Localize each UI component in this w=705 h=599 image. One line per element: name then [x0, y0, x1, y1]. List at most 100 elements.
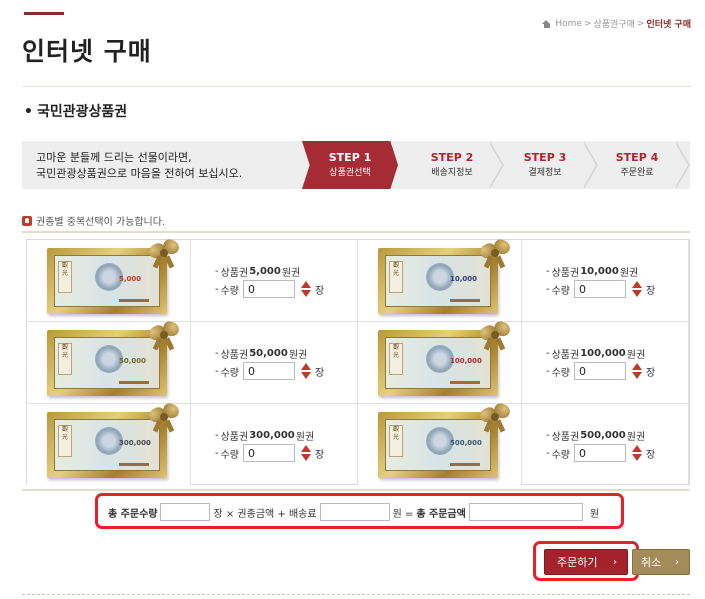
bullet-dash: -	[215, 283, 219, 295]
product-prefix: 상품권	[551, 431, 580, 443]
step-2: STEP 2 배송지정보	[407, 141, 497, 189]
step-number: STEP 3	[523, 151, 567, 164]
home-icon[interactable]	[542, 19, 551, 28]
quantity-unit: 장	[315, 285, 325, 297]
quantity-stepper[interactable]	[632, 363, 643, 379]
product-amount: 500,000	[580, 429, 626, 441]
quantity-input[interactable]	[243, 362, 296, 380]
product-suffix: 원권	[626, 349, 646, 361]
quantity-stepper[interactable]	[301, 445, 312, 461]
arrow-down-icon[interactable]	[632, 290, 643, 297]
product-info-cell: -상품권50,000원권-수량장	[191, 322, 358, 403]
quantity-line: -수량 장	[546, 280, 688, 298]
quantity-line: -수량 장	[215, 280, 357, 298]
arrow-down-icon[interactable]	[301, 372, 312, 379]
bullet-dash: -	[546, 347, 550, 359]
quantity-input[interactable]	[574, 362, 627, 380]
voucher-badge: 觀光	[58, 261, 72, 293]
section-title: 국민관광상품권	[24, 101, 127, 121]
quantity-stepper[interactable]	[301, 363, 312, 379]
quantity-stepper[interactable]	[632, 445, 643, 461]
ribbon-bow-icon	[477, 401, 512, 433]
step-number: STEP 2	[430, 151, 474, 164]
notice-text: 권종별 중복선택이 가능합니다.	[36, 217, 166, 228]
arrow-down-icon[interactable]	[632, 454, 643, 461]
quantity-line: -수량 장	[215, 444, 357, 462]
arrow-up-icon[interactable]	[301, 281, 312, 288]
voucher-strip	[119, 381, 149, 384]
product-prefix: 상품권	[551, 267, 580, 279]
product-name-line: - 상품권 300,000 원권	[215, 426, 357, 444]
chevron-right-icon: ›	[675, 557, 679, 568]
arrow-down-icon[interactable]	[632, 372, 643, 379]
step-divider-arrow	[674, 141, 694, 189]
product-name-line: - 상품권 100,000 원권	[546, 344, 688, 362]
quantity-label: 수량	[551, 449, 571, 461]
notice-icon	[22, 215, 32, 226]
product-info-cell: -상품권300,000원권-수량장	[191, 404, 358, 485]
cancel-button[interactable]: 취소 ›	[632, 549, 690, 575]
product-suffix: 원권	[626, 431, 646, 443]
product-info-cell: -상품권100,000원권-수량장	[522, 322, 689, 403]
ribbon-bow-icon	[146, 401, 181, 433]
product-amount: 300,000	[249, 429, 295, 441]
product-info-cell: -상품권10,000원권-수량장	[522, 240, 689, 321]
total-amount-field	[468, 503, 583, 521]
step-name: 결제정보	[528, 168, 562, 178]
voucher-image-cell: 觀光 10,000	[358, 237, 522, 321]
step-number: STEP 4	[615, 151, 659, 164]
bullet-dash: -	[546, 265, 550, 277]
title-divider	[22, 86, 691, 87]
intro-line-1: 고마운 분들께 드리는 선물이라면,	[36, 151, 192, 164]
quantity-input[interactable]	[243, 280, 296, 298]
total-amount-label: 총 주문금액	[416, 508, 466, 520]
intro-line-2: 국민관광상품권으로 마음을 전하여 보십시오.	[36, 167, 243, 180]
product-prefix: 상품권	[220, 349, 249, 361]
bottom-divider	[22, 594, 690, 596]
quantity-stepper[interactable]	[301, 281, 312, 297]
arrow-up-icon[interactable]	[632, 445, 643, 452]
summary-equals: 원 =	[392, 508, 414, 520]
order-button[interactable]: 주문하기 ›	[544, 549, 628, 575]
arrow-up-icon[interactable]	[301, 445, 312, 452]
total-qty-field	[160, 503, 211, 521]
quantity-input[interactable]	[574, 280, 627, 298]
ribbon-bow-icon	[146, 237, 181, 269]
step-4: STEP 4 주문완료	[592, 141, 682, 189]
product-suffix: 원권	[619, 267, 639, 279]
order-summary: 총 주문수량 장 × 권종금액 + 배송료 원 = 총 주문금액 원	[108, 503, 599, 521]
quantity-unit: 장	[646, 449, 656, 461]
cancel-button-label: 취소	[641, 556, 662, 569]
bullet-dash: -	[215, 365, 219, 377]
voucher-badge: 觀光	[389, 261, 403, 293]
top-accent-line	[24, 12, 64, 15]
breadcrumb-home[interactable]: Home	[555, 19, 582, 29]
quantity-stepper[interactable]	[632, 281, 643, 297]
breadcrumb-parent[interactable]: 상품권구매	[594, 17, 635, 30]
product-name-line: - 상품권 5,000 원권	[215, 262, 357, 280]
arrow-up-icon[interactable]	[301, 363, 312, 370]
page-title: 인터넷 구매	[22, 37, 152, 66]
quantity-input[interactable]	[574, 444, 627, 462]
product-amount: 100,000	[580, 347, 626, 359]
product-info-cell: -상품권500,000원권-수량장	[522, 404, 689, 485]
product-row: 觀光300,000-상품권300,000원권-수량장觀光500,000-상품권5…	[27, 401, 689, 486]
arrow-down-icon[interactable]	[301, 454, 312, 461]
voucher-badge: 觀光	[389, 343, 403, 375]
breadcrumb-separator: >	[636, 18, 645, 29]
arrow-up-icon[interactable]	[632, 281, 643, 288]
step-name: 배송지정보	[431, 168, 473, 178]
arrow-down-icon[interactable]	[301, 290, 312, 297]
product-amount: 10,000	[580, 265, 619, 277]
voucher-face: 觀光 500,000	[385, 419, 491, 471]
bullet-dash: -	[546, 447, 550, 459]
product-row: 觀光5,000-상품권5,000원권-수량장觀光10,000-상품권10,000…	[27, 237, 689, 322]
step-name: 주문완료	[620, 168, 654, 178]
total-qty-label: 총 주문수량	[108, 508, 158, 520]
subtotal-field	[319, 503, 390, 521]
product-amount: 50,000	[249, 347, 288, 359]
product-amount: 5,000	[249, 265, 281, 277]
voucher-face: 觀光 10,000	[385, 255, 491, 307]
arrow-up-icon[interactable]	[632, 363, 643, 370]
quantity-input[interactable]	[243, 444, 296, 462]
